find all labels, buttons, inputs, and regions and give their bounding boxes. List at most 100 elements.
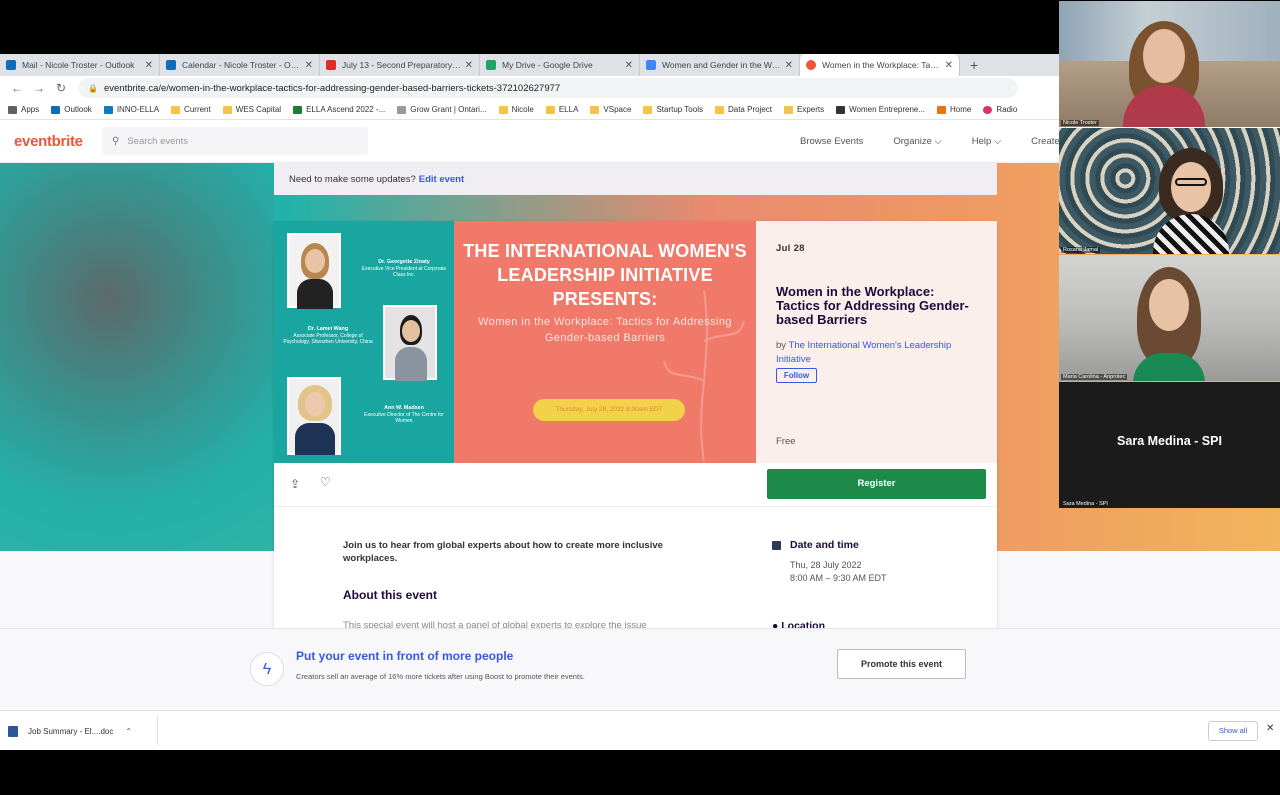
outlook-icon	[51, 105, 61, 114]
bookmark-inno-ella[interactable]: INNO-ELLA	[103, 105, 159, 114]
bookmark-startup-tools[interactable]: Startup Tools	[643, 105, 703, 114]
flyer-speakers-panel: Dr. Georgette Zinaty Executive Vice Pres…	[274, 221, 454, 463]
date-value: Thu, 28 July 2022	[790, 560, 862, 570]
video-tile-2[interactable]: Rosana Jamal	[1059, 128, 1280, 254]
bookmark-radio[interactable]: Radio	[983, 105, 1017, 114]
action-row: ⇪ ♡ Register	[274, 463, 997, 507]
event-price: Free	[776, 436, 796, 447]
tab-eventbrite[interactable]: Women in the Workplace: Tactics ✕	[800, 54, 960, 76]
speaker-3-caption: Ann W. Madsen Executive Director of The …	[364, 405, 444, 424]
tab-gmail[interactable]: July 13 - Second Preparatory Call ✕	[320, 54, 480, 76]
bookmark-grow-grant[interactable]: Grow Grant | Ontari...	[397, 105, 487, 114]
participant-name: Rosana Jamal	[1061, 247, 1101, 253]
speaker-photo-3	[287, 377, 341, 455]
video-tile-1[interactable]: Nicole Troster	[1059, 1, 1280, 127]
tab-mail[interactable]: Mail - Nicole Troster - Outlook ✕	[0, 54, 160, 76]
close-icon[interactable]: ✕	[1266, 723, 1274, 734]
organizer-link[interactable]: The International Women's Leadership Ini…	[776, 340, 951, 365]
participant-name: Maria Carolina - Anprotec	[1061, 374, 1128, 380]
flyer-date-pill: Thursday, July 28, 2022 8:00am EDT	[533, 399, 685, 421]
nav-browse-events[interactable]: Browse Events	[800, 136, 863, 147]
downloads-bar: Job Summary - El....doc ⌃ Show all ✕	[0, 710, 1280, 750]
close-icon[interactable]: ✕	[785, 60, 793, 71]
speaker-photo-1	[287, 233, 341, 309]
promo-banner: ϟ Put your event in front of more people…	[0, 628, 1280, 709]
close-icon[interactable]: ✕	[465, 60, 473, 71]
screen: Mail - Nicole Troster - Outlook ✕ Calenda…	[0, 0, 1280, 795]
folder-icon	[714, 105, 724, 114]
docs-icon	[646, 60, 656, 70]
download-item[interactable]: Job Summary - El....doc ⌃	[8, 717, 158, 745]
event-date: Jul 28	[776, 243, 805, 254]
close-icon[interactable]: ✕	[145, 60, 153, 71]
share-icon[interactable]: ⇪	[290, 477, 300, 491]
folder-icon	[171, 105, 181, 114]
flyer-subtitle: Women in the Workplace: Tactics for Addr…	[478, 316, 732, 344]
close-icon[interactable]: ✕	[305, 60, 313, 71]
flyer-title-panel: THE INTERNATIONAL WOMEN'S LEADERSHIP INI…	[454, 221, 756, 463]
folder-icon	[643, 105, 653, 114]
video-tile-4[interactable]: Sara Medina - SPI Sara Medina - SPI	[1059, 382, 1280, 508]
nav-organize[interactable]: Organize ⌵	[893, 136, 941, 147]
follow-button[interactable]: Follow	[776, 368, 817, 383]
url-text: eventbrite.ca/e/women-in-the-workplace-t…	[103, 82, 561, 94]
bookmark-home[interactable]: Home	[937, 105, 971, 114]
video-tile-3[interactable]: Maria Carolina - Anprotec	[1059, 255, 1280, 381]
bookmark-experts[interactable]: Experts	[784, 105, 824, 114]
bookmark-outlook[interactable]: Outlook	[51, 105, 92, 114]
bookmark-ella[interactable]: ELLA	[545, 105, 578, 114]
nav-help[interactable]: Help ⌵	[972, 136, 1001, 147]
folder-icon	[784, 105, 794, 114]
speaker-2-caption: Dr. Lamei Wang Associate Professor, Coll…	[283, 326, 373, 345]
bookmark-ella-ascend[interactable]: ELLA Ascend 2022 -...	[293, 105, 385, 114]
speaker-photo-2	[383, 305, 437, 381]
chevron-up-icon[interactable]: ⌃	[125, 727, 132, 736]
close-icon[interactable]: ✕	[945, 60, 953, 71]
eventbrite-logo[interactable]: eventbrite	[14, 133, 83, 150]
bookmark-nicole[interactable]: Nicole	[498, 105, 534, 114]
tab-drive[interactable]: My Drive - Google Drive ✕	[480, 54, 640, 76]
participant-name: Sara Medina - SPI	[1063, 501, 1108, 507]
folder-icon	[590, 105, 600, 114]
search-input[interactable]: ⚲ Search events	[102, 127, 368, 155]
folder-icon	[498, 105, 508, 114]
excel-icon	[293, 105, 303, 114]
bookmark-data-project[interactable]: Data Project	[714, 105, 772, 114]
bookmark-vspace[interactable]: VSpace	[590, 105, 631, 114]
header-nav: Browse Events Organize ⌵ Help ⌵ Create	[800, 136, 1090, 147]
bookmark-women-entrepreneurs[interactable]: Women Entreprene...	[836, 105, 925, 114]
close-icon[interactable]: ✕	[625, 60, 633, 71]
event-organizer: by The International Women's Leadership …	[776, 340, 952, 365]
tab-docs[interactable]: Women and Gender in the Workplace✕	[640, 54, 800, 76]
outlook-icon	[6, 60, 16, 70]
register-button[interactable]: Register	[767, 469, 986, 499]
lightning-icon: ϟ	[250, 652, 284, 686]
edit-notice: Need to make some updates? Edit event	[274, 163, 997, 195]
forward-icon[interactable]: →	[28, 81, 50, 95]
heart-icon[interactable]: ♡	[320, 475, 331, 489]
nav-create[interactable]: Create	[1031, 136, 1060, 147]
bookmark-apps[interactable]: Apps	[8, 105, 39, 114]
notice-text: Need to make some updates?	[289, 173, 416, 185]
flyer-title: THE INTERNATIONAL WOMEN'S LEADERSHIP INI…	[463, 241, 747, 309]
participant-name: Nicole Troster	[1061, 120, 1099, 126]
time-value: 8:00 AM – 9:30 AM EDT	[790, 573, 887, 583]
url-field[interactable]: 🔒 eventbrite.ca/e/women-in-the-workplace-…	[78, 78, 1018, 98]
tab-calendar[interactable]: Calendar - Nicole Troster - Outlook ✕	[160, 54, 320, 76]
speaker-1-caption: Dr. Georgette Zinaty Executive Vice Pres…	[361, 259, 447, 278]
calendar-icon	[772, 541, 781, 550]
eventbrite-icon	[806, 60, 816, 70]
lock-icon: 🔒	[88, 83, 98, 93]
reload-icon[interactable]: ↻	[50, 81, 72, 95]
calendar-icon	[166, 60, 176, 70]
back-icon[interactable]: ←	[6, 81, 28, 95]
bookmark-wes[interactable]: WES Capital	[222, 105, 281, 114]
event-summary-panel: Jul 28 Women in the Workplace: Tactics f…	[756, 221, 997, 463]
new-tab-button[interactable]: +	[960, 54, 988, 76]
promote-event-button[interactable]: Promote this event	[837, 649, 966, 679]
edit-event-link[interactable]: Edit event	[419, 174, 464, 185]
folder-icon	[222, 105, 232, 114]
bookmark-current[interactable]: Current	[171, 105, 211, 114]
event-summary: Join us to hear from global experts abou…	[343, 540, 663, 564]
show-all-button[interactable]: Show all	[1208, 721, 1258, 741]
